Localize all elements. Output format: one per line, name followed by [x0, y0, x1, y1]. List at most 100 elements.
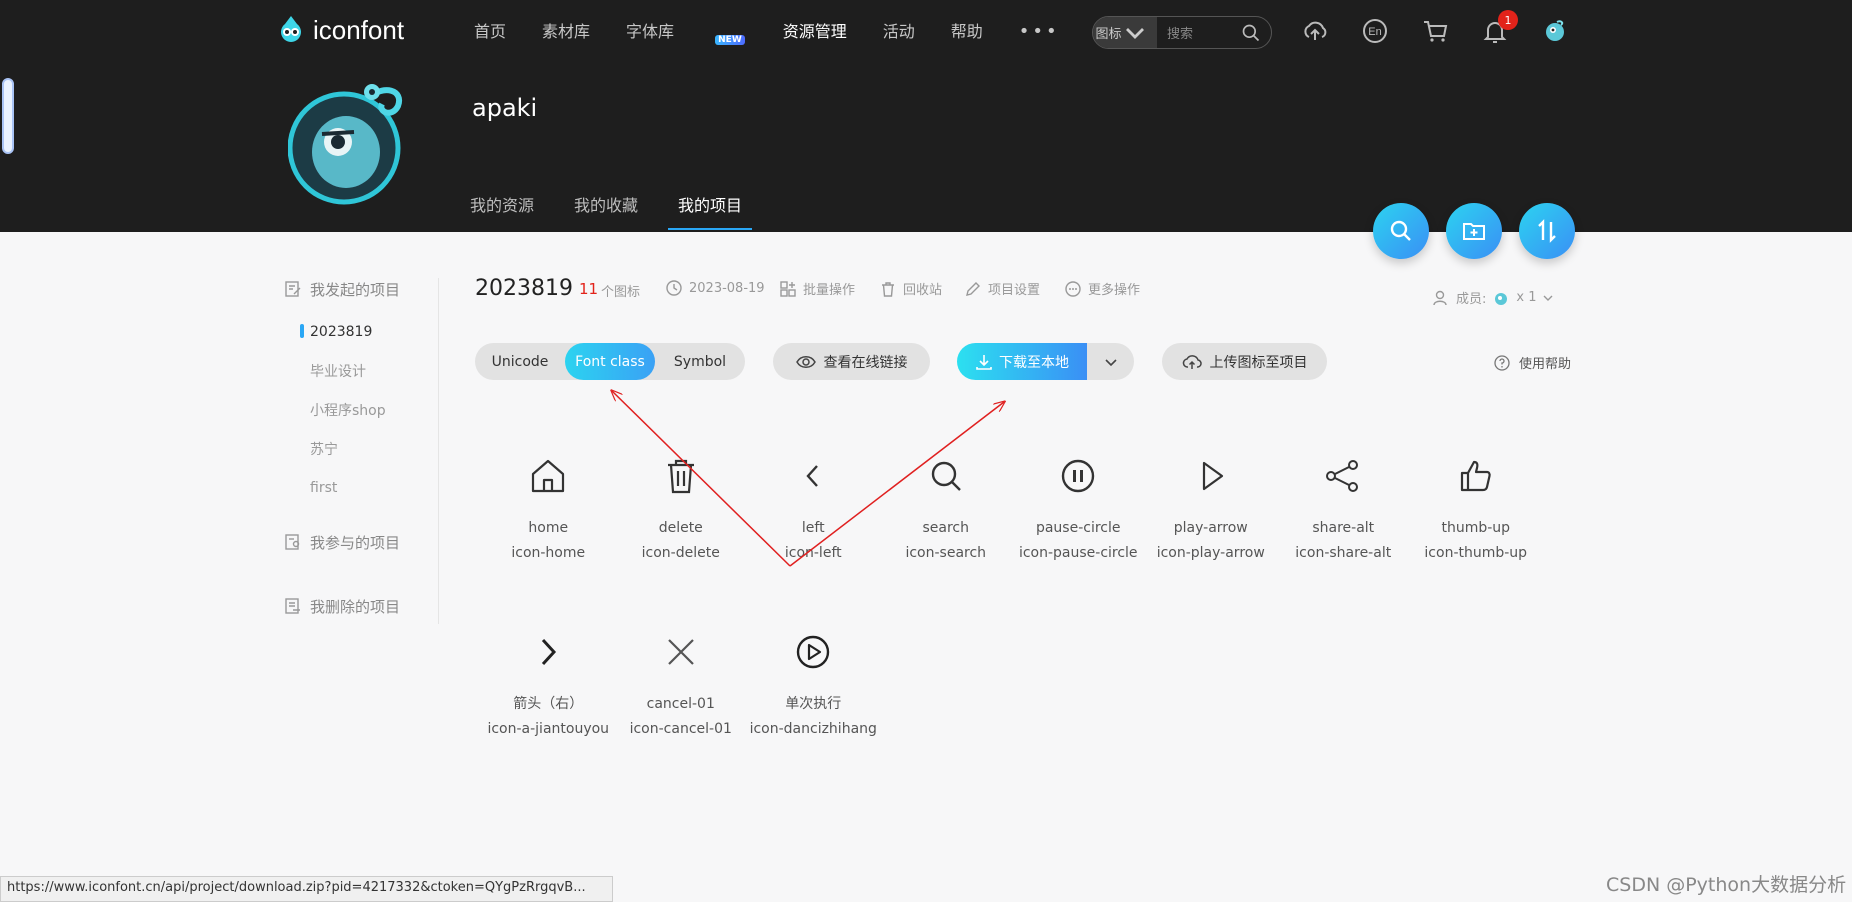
icon-card[interactable]: pause-circle icon-pause-circle [1012, 446, 1145, 622]
icon-name: cancel-01 [646, 696, 715, 712]
icon-card[interactable]: delete icon-delete [615, 446, 748, 622]
icon-name: left [801, 520, 825, 536]
browser-status-url: https://www.iconfont.cn/api/project/down… [0, 876, 613, 902]
upload-cloud-button[interactable] [1300, 16, 1330, 46]
upload-icons-button[interactable]: 上传图标至项目 [1162, 343, 1327, 380]
nav-help[interactable]: 帮助 [951, 20, 983, 47]
download-options-dropdown[interactable] [1087, 343, 1134, 380]
nav-resource-management[interactable]: 资源管理 [783, 20, 847, 47]
icon-card[interactable]: 单次执行 icon-dancizhihang [747, 622, 880, 798]
code-type-switch: Unicode Font class Symbol [475, 343, 745, 380]
sidebar-deleted-label: 我删除的项目 [310, 597, 401, 616]
header-search: 图标 搜索 [1092, 16, 1272, 49]
icon-card[interactable]: left icon-left [747, 446, 880, 622]
tab-unicode[interactable]: Unicode [475, 343, 565, 380]
side-drag-handle[interactable] [2, 78, 14, 154]
fab-sort-button[interactable] [1519, 203, 1575, 259]
usage-help-link[interactable]: 使用帮助 [1493, 353, 1571, 372]
delete-icon [659, 454, 703, 498]
grid-icon [780, 280, 796, 297]
icon-name: 单次执行 [785, 696, 842, 712]
sidebar-project-graduation[interactable]: 毕业设计 [284, 351, 444, 390]
icon-card[interactable]: thumb-up icon-thumb-up [1410, 446, 1543, 622]
tab-font-class[interactable]: Font class [565, 343, 655, 380]
icon-class: icon-play-arrow [1156, 545, 1265, 561]
language-label: En [1368, 26, 1381, 38]
tab-my-resources[interactable]: 我的资源 [470, 192, 534, 230]
upload-cloud-icon [1304, 21, 1327, 40]
sidebar-project-2023819[interactable]: 2023819 [284, 312, 444, 351]
upload-icons-label: 上传图标至项目 [1209, 354, 1308, 371]
nav-home[interactable]: 首页 [474, 20, 506, 47]
more-operations-label: 更多操作 [1088, 283, 1141, 298]
icon-class: icon-thumb-up [1424, 545, 1528, 561]
nav-fonts-label: 字体库 [626, 22, 675, 41]
search-type-select[interactable]: 图标 [1093, 17, 1157, 48]
icon-card[interactable]: cancel-01 icon-cancel-01 [615, 622, 748, 798]
tab-my-projects[interactable]: 我的项目 [668, 192, 753, 230]
notifications-button[interactable]: 1 [1480, 10, 1518, 46]
eye-icon [795, 355, 816, 368]
trash-icon [882, 281, 894, 297]
arrow-right-icon [526, 630, 570, 674]
view-online-link-button[interactable]: 查看在线链接 [773, 343, 930, 380]
sidebar-initiated-section[interactable]: 我发起的项目 [284, 278, 444, 300]
icon-class: icon-a-jiantouyou [487, 721, 610, 737]
deleted-doc-icon [285, 598, 300, 614]
help-circle-icon [1494, 354, 1510, 371]
iconfont-logo[interactable]: iconfont [275, 14, 404, 46]
icon-card[interactable]: 箭头（右） icon-a-jiantouyou [482, 622, 615, 798]
icon-class: icon-delete [641, 545, 720, 561]
user-avatar-small[interactable] [1540, 16, 1570, 46]
search-input[interactable]: 搜索 [1157, 23, 1241, 42]
top-header: iconfont 首页 素材库 字体库 NEW 资源管理 活动 帮助 ••• 图… [0, 0, 1852, 232]
sidebar-deleted-section[interactable]: 我删除的项目 [284, 595, 444, 617]
sidebar-project-suning[interactable]: 苏宁 [284, 429, 444, 468]
icon-name: delete [658, 520, 703, 536]
share-alt-icon [1321, 454, 1365, 498]
batch-operation-button[interactable]: 批量操作 [779, 279, 855, 298]
icon-card[interactable]: home icon-home [482, 446, 615, 622]
language-button[interactable]: En [1360, 16, 1390, 46]
nav-fonts[interactable]: 字体库 NEW [626, 20, 745, 47]
icon-count-label: 个图标 [601, 285, 641, 300]
folder-add-icon [1463, 223, 1485, 240]
pause-circle-icon [1056, 454, 1100, 498]
nav-more[interactable]: ••• [1019, 20, 1060, 47]
sidebar-participated-section[interactable]: 我参与的项目 [284, 531, 444, 553]
icon-card[interactable]: search icon-search [880, 446, 1013, 622]
icon-class: icon-pause-circle [1018, 545, 1138, 561]
tab-my-favorites[interactable]: 我的收藏 [574, 192, 638, 230]
tab-symbol[interactable]: Symbol [655, 343, 745, 380]
clock-icon [666, 280, 682, 296]
icon-card[interactable]: share-alt icon-share-alt [1277, 446, 1410, 622]
sidebar-project-first[interactable]: first [284, 468, 444, 507]
members-dropdown[interactable]: 成员: x 1 [1432, 288, 1553, 307]
project-title: 2023819 [475, 276, 573, 301]
fab-new-folder-button[interactable] [1446, 203, 1502, 259]
fab-search-button[interactable] [1373, 203, 1429, 259]
sort-icon [1538, 219, 1556, 243]
sidebar-project-miniprogram-shop[interactable]: 小程序shop [284, 390, 444, 429]
icon-name: search [922, 520, 969, 536]
nav-materials[interactable]: 素材库 [542, 20, 590, 47]
upload-cloud-icon [1182, 354, 1202, 369]
members-label: 成员: [1456, 292, 1487, 307]
search-icon[interactable] [1241, 23, 1261, 43]
nav-activity[interactable]: 活动 [883, 20, 915, 47]
user-doc-icon [285, 534, 300, 550]
cart-icon [1424, 21, 1448, 42]
left-icon [791, 454, 835, 498]
download-local-button[interactable]: 下载至本地 [957, 343, 1087, 380]
members-icon [1433, 290, 1447, 305]
project-settings-button[interactable]: 项目设置 [964, 279, 1040, 298]
user-avatar [287, 72, 410, 206]
recycle-bin-button[interactable]: 回收站 [879, 279, 942, 298]
icon-card[interactable]: play-arrow icon-play-arrow [1145, 446, 1278, 622]
icon-class: icon-share-alt [1295, 545, 1392, 561]
chameleon-avatar-icon [287, 84, 403, 205]
username: apaki [472, 94, 538, 122]
cart-button[interactable] [1420, 16, 1450, 46]
more-operations-button[interactable]: 更多操作 [1064, 279, 1140, 298]
project-settings-label: 项目设置 [988, 283, 1041, 298]
